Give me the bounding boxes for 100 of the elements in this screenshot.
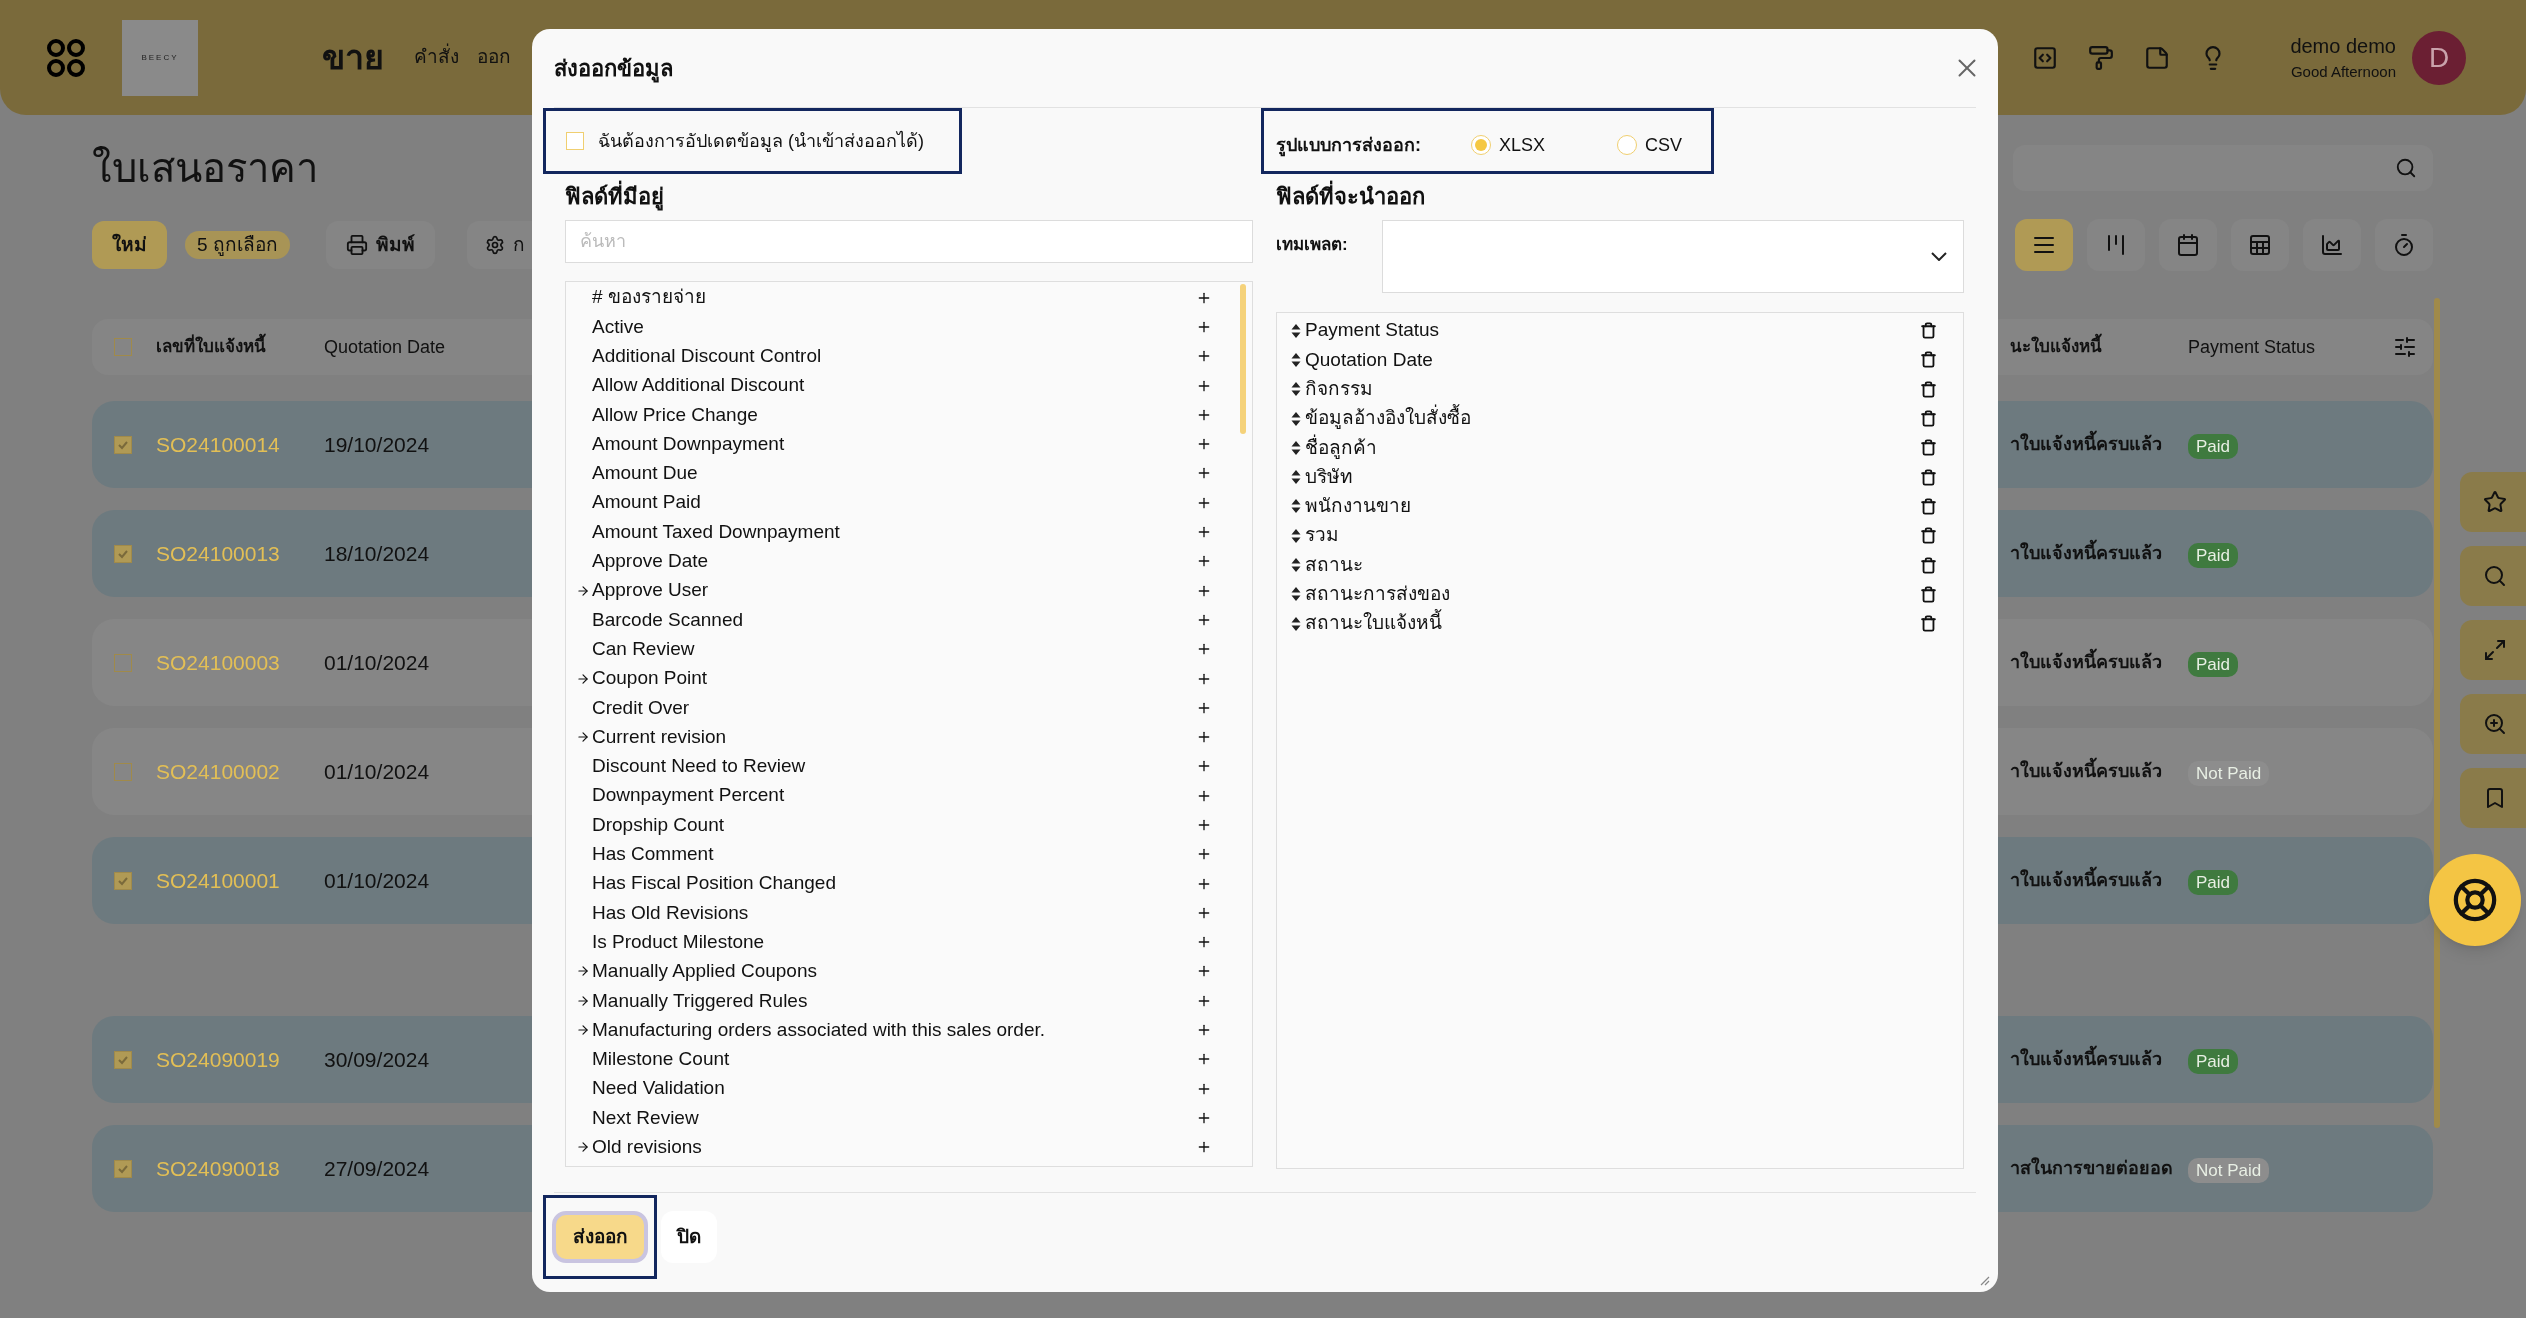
add-icon[interactable] xyxy=(1196,524,1212,540)
field-list-item[interactable]: Is Product Milestone xyxy=(566,927,1252,957)
resize-handle-icon[interactable] xyxy=(1978,1274,1990,1286)
field-list-item[interactable]: Manually Triggered Rules xyxy=(566,986,1252,1016)
field-list-item[interactable]: Amount Due xyxy=(566,458,1252,489)
field-list-item[interactable]: Barcode Scanned xyxy=(566,605,1252,635)
scrollbar-thumb[interactable] xyxy=(1240,284,1246,434)
export-field-item[interactable]: พนักงานขาย xyxy=(1277,491,1963,522)
column-header[interactable]: นะใบแจ้งหนี้ xyxy=(2010,334,2188,360)
sort-handle-icon[interactable] xyxy=(1291,381,1301,398)
sort-handle-icon[interactable] xyxy=(1291,498,1301,515)
field-list-item[interactable]: Manufacturing orders associated with this sales order. xyxy=(566,1015,1252,1045)
trash-icon[interactable] xyxy=(1920,439,1937,457)
field-list-item[interactable]: Amount Taxed Downpayment xyxy=(566,517,1252,547)
sort-handle-icon[interactable] xyxy=(1291,557,1301,573)
search-button[interactable] xyxy=(2460,546,2526,606)
scrollbar-thumb[interactable] xyxy=(2434,298,2440,1128)
radio-label[interactable]: XLSX xyxy=(1499,131,1546,159)
radio-button[interactable] xyxy=(1617,135,1638,155)
export-field-item[interactable]: กิจกรรม xyxy=(1277,374,1963,404)
sort-handle-icon[interactable] xyxy=(1291,439,1301,456)
field-list-item[interactable]: Credit Over xyxy=(566,693,1252,723)
search-field[interactable]: ค้นหา xyxy=(565,220,1253,263)
row-checkbox[interactable] xyxy=(114,1159,132,1178)
field-list-item[interactable]: Next Review xyxy=(566,1103,1252,1133)
sort-handle-icon[interactable] xyxy=(1291,351,1301,368)
field-list-item[interactable]: Active xyxy=(566,312,1252,342)
menu-item[interactable]: ออก xyxy=(477,43,511,72)
field-list-item[interactable]: Additional Discount Control xyxy=(566,341,1252,371)
menu-item[interactable]: คำสั่ง xyxy=(414,43,459,72)
sort-handle-icon[interactable] xyxy=(1291,469,1301,486)
export-field-item[interactable]: สถานะ xyxy=(1277,550,1963,580)
print-button[interactable]: พิมพ์ xyxy=(325,221,435,269)
row-checkbox[interactable] xyxy=(114,653,132,672)
export-field-item[interactable]: Payment Status xyxy=(1277,316,1963,346)
export-field-item[interactable]: สถานะการส่งของ xyxy=(1277,579,1963,609)
field-list-item[interactable]: Discount Need to Review xyxy=(566,751,1252,782)
trash-icon[interactable] xyxy=(1920,322,1937,340)
kanban-view-button[interactable] xyxy=(2087,219,2145,271)
column-header[interactable]: เลขที่ใบแจ้งหนี้ xyxy=(156,334,324,360)
zoom-in-button[interactable] xyxy=(2460,694,2526,754)
field-list-item[interactable]: Has Comment xyxy=(566,839,1252,869)
sort-handle-icon[interactable] xyxy=(1291,586,1301,603)
trash-icon[interactable] xyxy=(1920,468,1937,486)
row-checkbox[interactable] xyxy=(114,871,132,890)
field-list-item[interactable]: Dropship Count xyxy=(566,810,1252,840)
note-icon[interactable] xyxy=(2144,44,2171,71)
logo[interactable]: BEECY xyxy=(122,19,198,96)
field-list-item[interactable]: Amount Paid xyxy=(566,488,1252,518)
column-header[interactable]: Quotation Date xyxy=(324,333,474,361)
column-settings-icon[interactable] xyxy=(2393,335,2417,359)
field-list-item[interactable]: Downpayment Percent xyxy=(566,781,1252,811)
field-list-item[interactable]: Amount Downpayment xyxy=(566,429,1252,459)
field-list-item[interactable]: Current revision xyxy=(566,722,1252,752)
field-list-item[interactable]: Has Fiscal Position Changed xyxy=(566,868,1252,899)
export-button[interactable]: ส่งออก xyxy=(552,1211,648,1263)
pivot-view-button[interactable] xyxy=(2231,219,2289,271)
trash-icon[interactable] xyxy=(1920,351,1937,369)
export-field-item[interactable]: ชื่อลูกค้า xyxy=(1277,433,1963,463)
column-header[interactable]: Payment Status xyxy=(2188,333,2393,361)
field-list-item[interactable]: Old revisions xyxy=(566,1132,1252,1162)
app-grid-icon[interactable] xyxy=(46,37,86,78)
expand-button[interactable] xyxy=(2460,620,2526,680)
new-button[interactable]: ใหม่ xyxy=(92,221,167,269)
trash-icon[interactable] xyxy=(1920,410,1937,428)
field-list-item[interactable]: Allow Additional Discount xyxy=(566,370,1252,401)
search-field[interactable] xyxy=(2013,145,2433,191)
code-icon[interactable] xyxy=(2032,44,2059,71)
bookmark-button[interactable] xyxy=(2460,768,2526,828)
calendar-view-button[interactable] xyxy=(2159,219,2217,271)
trash-icon[interactable] xyxy=(1920,527,1937,545)
export-field-item[interactable]: Quotation Date xyxy=(1277,345,1963,375)
export-field-item[interactable]: สถานะใบแจ้งหนี้ xyxy=(1277,608,1963,639)
sort-handle-icon[interactable] xyxy=(1291,615,1301,632)
row-checkbox[interactable] xyxy=(114,544,132,563)
app-title[interactable]: ขาย xyxy=(322,32,384,83)
row-checkbox[interactable] xyxy=(114,1050,132,1069)
export-field-item[interactable]: บริษัท xyxy=(1277,462,1963,492)
row-checkbox[interactable] xyxy=(114,762,132,781)
close-button[interactable]: ปิด xyxy=(661,1211,717,1263)
trash-icon[interactable] xyxy=(1920,497,1937,515)
checkbox-label[interactable]: ฉันต้องการอัปเดตข้อมูล (นำเข้าส่งออกได้) xyxy=(598,127,924,155)
field-list-item[interactable]: Approve Date xyxy=(566,546,1252,576)
radio-button[interactable] xyxy=(1471,135,1491,155)
field-list-item[interactable]: Coupon Point xyxy=(566,663,1252,694)
list-view-button[interactable] xyxy=(2015,219,2073,271)
field-list-item[interactable]: Has Old Revisions xyxy=(566,898,1252,928)
sort-handle-icon[interactable] xyxy=(1291,410,1301,427)
field-list-item[interactable]: Approve User xyxy=(566,575,1252,606)
user-avatar[interactable]: D xyxy=(2412,30,2466,85)
trash-icon[interactable] xyxy=(1920,615,1937,633)
favorite-button[interactable] xyxy=(2460,472,2526,532)
sort-handle-icon[interactable] xyxy=(1291,322,1301,339)
radio-label[interactable]: CSV xyxy=(1645,131,1683,159)
field-list-item[interactable]: Milestone Count xyxy=(566,1044,1252,1074)
row-checkbox[interactable] xyxy=(114,435,132,454)
select-all-checkbox[interactable] xyxy=(114,338,132,356)
add-icon[interactable] xyxy=(1196,817,1212,833)
trash-icon[interactable] xyxy=(1920,556,1937,574)
field-list-item[interactable]: Can Review xyxy=(566,634,1252,664)
